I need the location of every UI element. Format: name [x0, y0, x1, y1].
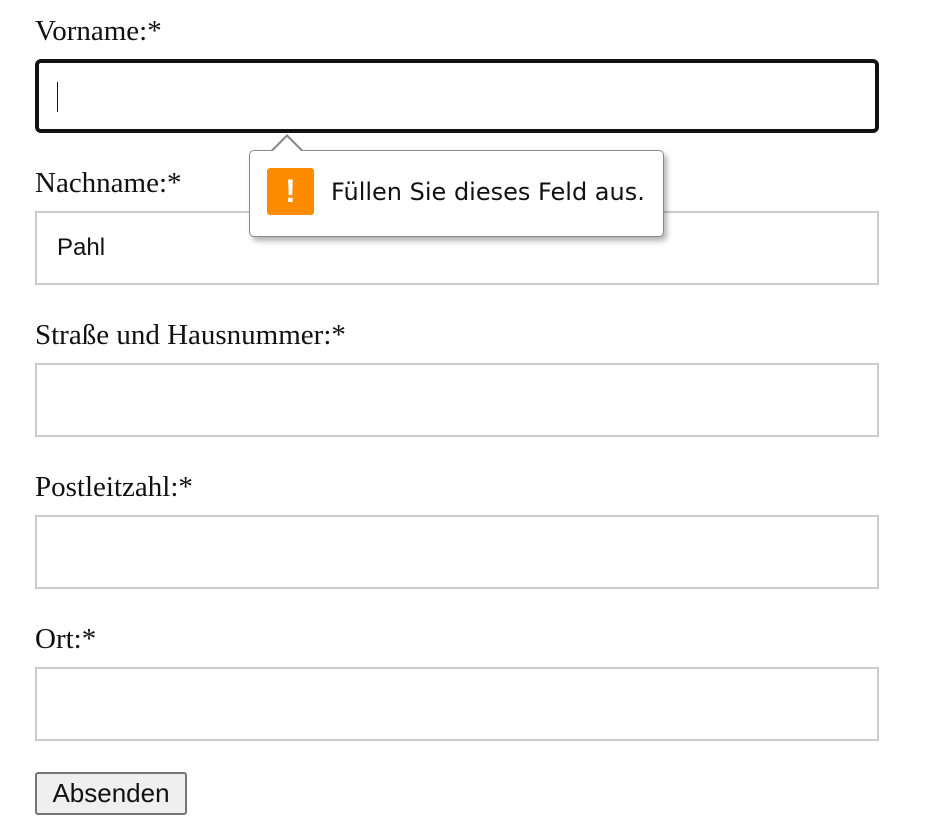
postal-code-input[interactable] [35, 515, 879, 589]
first-name-label: Vorname:* [35, 15, 162, 47]
street-label: Straße und Hausnummer:* [35, 319, 346, 351]
text-caret [57, 82, 58, 112]
city-input[interactable] [35, 667, 879, 741]
street-input[interactable] [35, 363, 879, 437]
tooltip-arrow-fill [272, 137, 302, 152]
first-name-input[interactable] [35, 59, 879, 133]
submit-button[interactable]: Absenden [35, 772, 187, 815]
validation-message: Füllen Sie dieses Feld aus. [331, 178, 645, 206]
last-name-label: Nachname:* [35, 167, 182, 199]
postal-code-label: Postleitzahl:* [35, 471, 193, 503]
city-label: Ort:* [35, 623, 97, 655]
validation-tooltip: ! Füllen Sie dieses Feld aus. [249, 134, 664, 237]
warning-icon: ! [267, 168, 314, 215]
